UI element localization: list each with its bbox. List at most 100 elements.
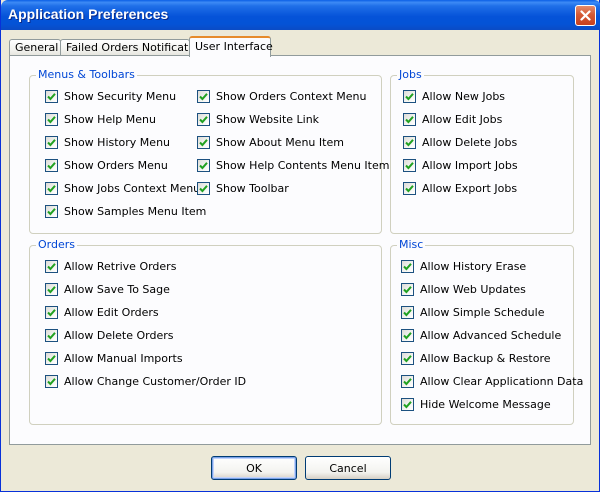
checkbox-item[interactable]: Show Help Menu <box>45 111 156 127</box>
checkbox[interactable] <box>403 112 416 126</box>
tab-user-interface[interactable]: User Interface <box>189 36 273 57</box>
checkbox[interactable] <box>401 374 414 388</box>
check-mark-icon <box>47 377 56 385</box>
checkbox-label: Allow History Erase <box>420 259 527 273</box>
check-mark-icon <box>405 115 414 123</box>
checkbox[interactable] <box>45 112 58 126</box>
checkbox-label: Allow Edit Orders <box>64 305 159 319</box>
checkbox-item[interactable]: Allow Import Jobs <box>403 157 518 173</box>
check-mark-icon <box>403 262 412 270</box>
checkbox[interactable] <box>45 204 58 218</box>
checkbox-label: Allow Web Updates <box>420 282 526 296</box>
close-icon <box>580 10 591 21</box>
check-mark-icon <box>199 184 208 192</box>
checkbox[interactable] <box>45 158 58 172</box>
checkbox-label: Allow Delete Orders <box>64 328 174 342</box>
checkbox-label: Allow Clear Applicationn Data <box>420 374 584 388</box>
checkbox[interactable] <box>45 89 58 103</box>
checkbox-item[interactable]: Show Orders Menu <box>45 157 168 173</box>
checkbox-item[interactable]: Allow Delete Jobs <box>403 134 517 150</box>
checkbox-label: Allow Delete Jobs <box>422 135 518 149</box>
checkbox-item[interactable]: Show Samples Menu Item <box>45 203 206 219</box>
close-button[interactable] <box>575 5 596 26</box>
check-mark-icon <box>47 184 56 192</box>
checkbox-item[interactable]: Show Security Menu <box>45 88 176 104</box>
checkbox[interactable] <box>45 374 58 388</box>
checkbox[interactable] <box>401 259 414 273</box>
checkbox[interactable] <box>401 282 414 296</box>
checkbox-label: Allow New Jobs <box>422 89 506 103</box>
checkbox[interactable] <box>403 135 416 149</box>
checkbox-item[interactable]: Allow Export Jobs <box>403 180 517 196</box>
checkbox[interactable] <box>403 181 416 195</box>
checkbox-item[interactable]: Allow New Jobs <box>403 88 505 104</box>
checkbox[interactable] <box>45 305 58 319</box>
checkbox[interactable] <box>45 135 58 149</box>
user-interface-panel: Menus & Toolbars Show Security Menu Show … <box>9 55 591 445</box>
checkbox-item[interactable]: Allow Clear Applicationn Data <box>401 373 583 389</box>
checkbox[interactable] <box>45 351 58 365</box>
checkbox-item[interactable]: Show About Menu Item <box>197 134 344 150</box>
checkbox-item[interactable]: Show Help Contents Menu Item <box>197 157 389 173</box>
checkbox-item[interactable]: Allow Simple Schedule <box>401 304 544 320</box>
tab-failed-orders-notification[interactable]: Failed Orders Notification <box>60 39 205 56</box>
checkbox-item[interactable]: Allow Edit Jobs <box>403 111 502 127</box>
check-mark-icon <box>405 92 414 100</box>
group-title: Menus & Toolbars <box>36 68 137 82</box>
checkbox[interactable] <box>45 328 58 342</box>
checkbox-item[interactable]: Allow Edit Orders <box>45 304 159 320</box>
checkbox[interactable] <box>401 328 414 342</box>
check-mark-icon <box>403 377 412 385</box>
check-mark-icon <box>47 308 56 316</box>
checkbox-item[interactable]: Allow Manual Imports <box>45 350 183 366</box>
checkbox[interactable] <box>401 397 414 411</box>
checkbox[interactable] <box>403 158 416 172</box>
checkbox-label: Allow Retrive Orders <box>64 259 177 273</box>
checkbox[interactable] <box>403 89 416 103</box>
checkbox-item[interactable]: Allow Save To Sage <box>45 281 170 297</box>
checkbox[interactable] <box>401 351 414 365</box>
check-mark-icon <box>199 92 208 100</box>
checkbox[interactable] <box>45 181 58 195</box>
check-mark-icon <box>47 92 56 100</box>
window-title: Application Preferences <box>8 6 169 22</box>
check-mark-icon <box>199 161 208 169</box>
checkbox-item[interactable]: Allow Retrive Orders <box>45 258 176 274</box>
group-title: Orders <box>36 238 77 252</box>
checkbox[interactable] <box>197 181 210 195</box>
checkbox-item[interactable]: Allow Backup & Restore <box>401 350 551 366</box>
checkbox-item[interactable]: Show Website Link <box>197 111 319 127</box>
check-mark-icon <box>403 308 412 316</box>
checkbox-item[interactable]: Show History Menu <box>45 134 170 150</box>
ok-button[interactable]: OK <box>211 456 297 480</box>
checkbox[interactable] <box>197 112 210 126</box>
cancel-button[interactable]: Cancel <box>305 456 391 480</box>
checkbox[interactable] <box>45 259 58 273</box>
checkbox[interactable] <box>197 89 210 103</box>
menus-toolbars-group: Menus & Toolbars Show Security Menu Show … <box>29 68 389 234</box>
checkbox[interactable] <box>197 158 210 172</box>
checkbox[interactable] <box>401 305 414 319</box>
checkbox-item[interactable]: Show Orders Context Menu <box>197 88 366 104</box>
checkbox[interactable] <box>45 282 58 296</box>
checkbox-item[interactable]: Show Jobs Context Menu <box>45 180 200 196</box>
checkbox-item[interactable]: Allow Advanced Schedule <box>401 327 561 343</box>
checkbox-item[interactable]: Allow Web Updates <box>401 281 526 297</box>
title-bar[interactable]: Application Preferences <box>1 0 600 30</box>
checkbox-label: Show Security Menu <box>64 89 177 103</box>
checkbox-item[interactable]: Hide Welcome Message <box>401 396 551 412</box>
group-title: Jobs <box>397 68 424 82</box>
check-mark-icon <box>403 331 412 339</box>
checkbox-label: Allow Save To Sage <box>64 282 170 296</box>
check-mark-icon <box>199 138 208 146</box>
tab-general[interactable]: General <box>9 39 61 56</box>
checkbox-item[interactable]: Show Toolbar <box>197 180 289 196</box>
checkbox-item[interactable]: Allow History Erase <box>401 258 526 274</box>
check-mark-icon <box>47 331 56 339</box>
checkbox-label: Allow Change Customer/Order ID <box>64 374 247 388</box>
checkbox[interactable] <box>197 135 210 149</box>
checkbox-item[interactable]: Allow Change Customer/Order ID <box>45 373 246 389</box>
check-mark-icon <box>403 400 412 408</box>
checkbox-item[interactable]: Allow Delete Orders <box>45 327 174 343</box>
tab-label: General <box>15 41 59 54</box>
